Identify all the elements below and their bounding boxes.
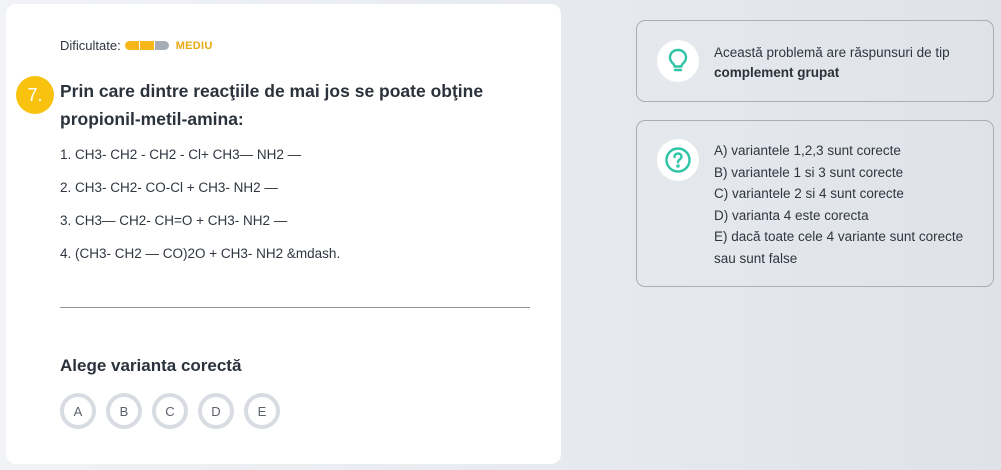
difficulty-row: Dificultate: MEDIU <box>60 38 213 53</box>
answer-option-b[interactable]: B <box>106 393 142 429</box>
answer-type-prefix: Această problemă are răspunsuri de tip <box>714 45 950 60</box>
question-title: Prin care dintre reacţiile de mai jos se… <box>60 81 484 129</box>
legend-item: A) variantele 1,2,3 sunt corecte <box>714 143 901 158</box>
answer-legend-box: A) variantele 1,2,3 sunt corecte B) vari… <box>636 120 994 287</box>
question-card: Dificultate: MEDIU 7. Prin care dintre r… <box>6 4 561 464</box>
answer-option-d[interactable]: D <box>198 393 234 429</box>
answer-option-a[interactable]: A <box>60 393 96 429</box>
choose-answer-heading: Alege varianta corectă <box>60 356 242 375</box>
difficulty-segment <box>154 41 169 50</box>
statement-item: 4. (CH3- CH2 — CO)2O + CH3- NH2 &mdash. <box>60 246 341 261</box>
answer-option-c[interactable]: C <box>152 393 188 429</box>
difficulty-segment <box>139 41 154 50</box>
answer-choices: A B C D E <box>60 393 290 429</box>
statement-item: 2. CH3- CH2- CO-Cl + CH3- NH2 — <box>60 180 278 195</box>
divider <box>60 307 530 308</box>
question-circle-icon <box>657 139 699 181</box>
difficulty-meter <box>124 41 170 50</box>
legend-item: sau sunt false <box>714 250 798 266</box>
question-number-badge: 7. <box>16 76 54 114</box>
legend-item: D) varianta 4 este corecta <box>714 207 869 223</box>
legend-item: B) variantele 1 si 3 sunt corecte <box>714 164 904 180</box>
answer-option-e[interactable]: E <box>244 393 280 429</box>
legend-item: C) variantele 2 si 4 sunt corecte <box>714 186 904 201</box>
answer-type-info-box: Această problemă are răspunsuri de tip c… <box>636 20 994 102</box>
statement-item: 3. CH3— CH2- CH=O + CH3- NH2 — <box>60 213 288 228</box>
answer-type-value: complement grupat <box>714 65 840 80</box>
difficulty-level: MEDIU <box>175 39 213 52</box>
lightbulb-icon <box>657 40 699 82</box>
difficulty-label: Dificultate: <box>60 38 121 53</box>
answer-legend-list: A) variantele 1,2,3 sunt corecte B) vari… <box>714 140 989 269</box>
answer-type-text: Această problemă are răspunsuri de tip c… <box>714 43 984 83</box>
statement-item: 1. CH3- CH2 - CH2 - Cl+ CH3— NH2 — <box>60 147 302 162</box>
statement-list: 1. CH3- CH2 - CH2 - Cl+ CH3— NH2 — 2. CH… <box>60 146 340 278</box>
difficulty-segment <box>124 41 139 50</box>
legend-item: E) dacă toate cele 4 variante sunt corec… <box>714 229 964 244</box>
